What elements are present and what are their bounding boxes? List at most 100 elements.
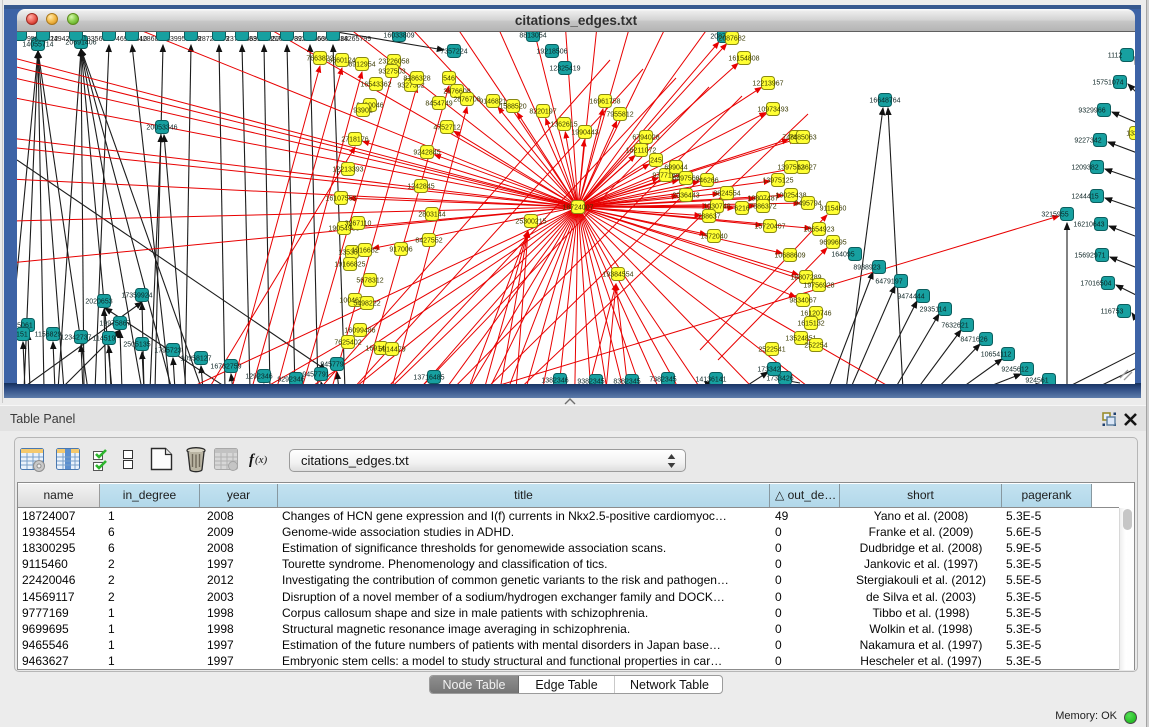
svg-text:1572040: 1572040 [700, 234, 727, 241]
svg-text:1990443: 1990443 [571, 130, 598, 137]
svg-text:4752712: 4752712 [433, 125, 460, 132]
svg-text:2505135: 2505135 [123, 342, 150, 349]
svg-text:7886372: 7886372 [749, 204, 776, 211]
svg-text:173342: 173342 [757, 367, 780, 374]
svg-text:25300215: 25300215 [515, 219, 546, 226]
svg-text:8912954: 8912954 [348, 62, 375, 69]
svg-text:1916682: 1916682 [351, 248, 378, 255]
svg-text:9227342: 9227342 [1074, 138, 1101, 145]
svg-text:2718176: 2718176 [341, 137, 368, 144]
svg-text:16107553: 16107553 [325, 196, 356, 203]
svg-text:17016504: 17016504 [1080, 281, 1111, 288]
svg-text:1397512: 1397512 [777, 165, 804, 172]
svg-text:5678312: 5678312 [356, 278, 383, 285]
svg-text:8454749: 8454749 [425, 101, 452, 108]
svg-text:13321: 13321 [1126, 131, 1135, 138]
svg-text:9245612: 9245612 [1001, 367, 1028, 374]
svg-text:9495794: 9495794 [794, 201, 821, 208]
svg-text:8813054: 8813054 [519, 33, 546, 40]
svg-text:16099486: 16099486 [344, 328, 375, 335]
svg-text:1209382: 1209382 [1071, 165, 1098, 172]
svg-text:1242845: 1242845 [407, 184, 434, 191]
svg-text:18654923: 18654923 [803, 227, 834, 234]
svg-text:19384554: 19384554 [602, 272, 633, 279]
svg-text:3215955: 3215955 [1041, 212, 1068, 219]
svg-text:1292346: 1292346 [245, 374, 272, 381]
svg-text:9474444: 9474444 [897, 294, 924, 301]
svg-text:19975867: 19975867 [99, 321, 130, 328]
svg-text:245: 245 [650, 158, 662, 165]
svg-text:1795723: 1795723 [154, 348, 181, 355]
svg-text:14136141: 14136141 [695, 377, 726, 384]
svg-text:114519: 114519 [93, 336, 116, 343]
svg-text:9457791: 9457791 [302, 372, 329, 379]
svg-text:1112: 1112 [1108, 53, 1123, 60]
svg-text:10654112: 10654112 [981, 352, 1012, 359]
svg-text:13716485: 13716485 [413, 375, 444, 382]
svg-text:15692971: 15692971 [1074, 253, 1105, 260]
svg-text:10688609: 10688609 [774, 253, 805, 260]
svg-text:16033809: 16033809 [383, 33, 414, 40]
svg-text:10973493: 10973493 [757, 107, 788, 114]
svg-text:8471626: 8471626 [960, 337, 987, 344]
svg-text:7485063: 7485063 [789, 135, 816, 142]
svg-text:6216: 6216 [734, 206, 750, 213]
svg-text:7955812: 7955812 [606, 112, 633, 119]
svg-text:12213393: 12213393 [332, 167, 363, 174]
svg-text:16154808: 16154808 [728, 56, 759, 63]
svg-text:10958127: 10958127 [180, 356, 211, 363]
svg-text:12342737: 12342737 [60, 335, 91, 342]
svg-text:945779: 945779 [320, 362, 343, 369]
svg-text:19218506: 19218506 [536, 49, 567, 56]
svg-text:2522541: 2522541 [758, 347, 785, 354]
svg-text:6794028: 6794028 [632, 135, 659, 142]
svg-text:9329966: 9329966 [1078, 108, 1105, 115]
svg-text:8427552: 8427552 [415, 238, 442, 245]
svg-text:15751074: 15751074 [1092, 80, 1123, 87]
svg-text:7632621: 7632621 [941, 323, 968, 330]
svg-text:9699695: 9699695 [819, 240, 846, 247]
svg-text:9115460: 9115460 [820, 206, 847, 213]
svg-text:8938923: 8938923 [853, 265, 880, 272]
svg-text:16210643: 16210643 [1073, 222, 1104, 229]
svg-text:16543362: 16543362 [360, 82, 391, 89]
svg-text:(x): (x) [255, 454, 268, 466]
svg-text:20053346: 20053346 [146, 125, 177, 132]
svg-text:546: 546 [443, 76, 455, 83]
svg-text:9292346: 9292346 [277, 377, 304, 384]
svg-text:1733426: 1733426 [766, 376, 793, 383]
svg-text:17359924: 17359924 [121, 293, 152, 300]
svg-text:788637: 788637 [697, 214, 720, 221]
svg-text:2803144: 2803144 [418, 212, 445, 219]
svg-text:13975125: 13975125 [762, 178, 793, 185]
svg-text:7357224: 7357224 [440, 49, 467, 56]
svg-text:15720407: 15720407 [754, 224, 785, 231]
svg-text:1244415: 1244415 [1071, 194, 1098, 201]
svg-text:1588520: 1588520 [499, 104, 526, 111]
svg-text:9242845: 9242845 [413, 150, 440, 157]
svg-text:116753: 116753 [1101, 309, 1124, 316]
svg-text:8382345: 8382345 [613, 379, 640, 385]
svg-text:12213967: 12213967 [752, 81, 783, 88]
svg-text:2935114: 2935114 [920, 307, 947, 314]
svg-text:1156829: 1156829 [35, 332, 62, 339]
svg-text:699044: 699044 [664, 165, 687, 172]
svg-text:2087682: 2087682 [718, 36, 745, 43]
svg-text:5498222: 5498222 [353, 301, 380, 308]
svg-text:164095: 164095 [831, 252, 854, 259]
svg-text:18724007: 18724007 [562, 205, 593, 212]
svg-text:3267110: 3267110 [345, 221, 372, 228]
svg-text:746266: 746266 [695, 178, 718, 185]
svg-text:9327503: 9327503 [378, 69, 405, 76]
svg-text:8186328: 8186328 [403, 76, 430, 83]
svg-text:93901: 93901 [353, 108, 373, 115]
svg-text:5914479: 5914479 [378, 347, 405, 354]
svg-text:2036443: 2036443 [672, 193, 699, 200]
svg-text:1382346: 1382346 [541, 378, 568, 385]
svg-text:1615132: 1615132 [797, 321, 824, 328]
svg-text:2020653: 2020653 [85, 299, 112, 306]
svg-text:9834067: 9834067 [789, 298, 816, 305]
svg-text:3824554: 3824554 [713, 191, 740, 198]
svg-text:39151: 39151 [17, 332, 28, 339]
svg-text:2876708: 2876708 [453, 97, 480, 104]
